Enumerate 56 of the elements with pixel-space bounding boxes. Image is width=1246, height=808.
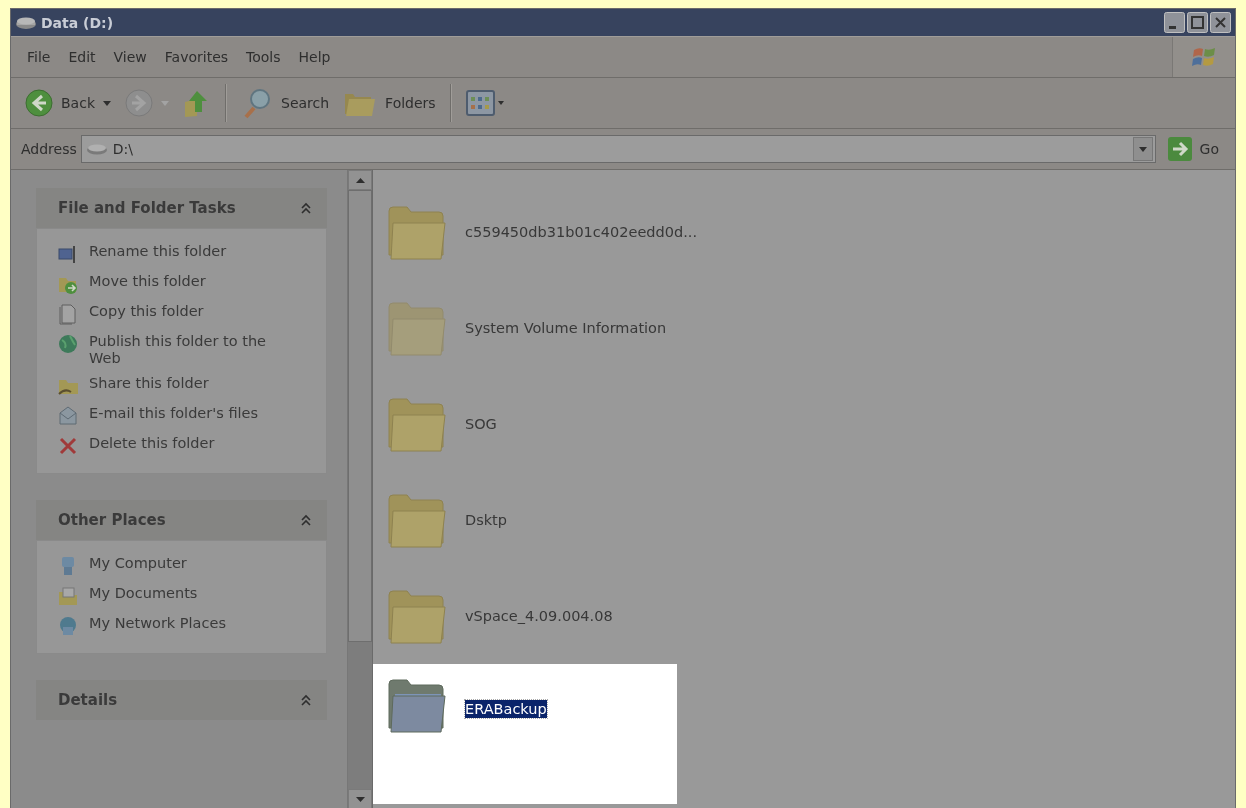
folder-item[interactable]: System Volume Information (373, 280, 677, 376)
scrollbar-thumb[interactable] (348, 190, 372, 642)
menu-item[interactable]: Favorites (156, 47, 237, 67)
folder-item[interactable]: ERABackup (373, 664, 677, 804)
collapse-chevron-icon (301, 202, 311, 214)
task-link[interactable]: Rename this folder (57, 239, 297, 269)
document-copy-icon (57, 303, 79, 325)
task-link[interactable]: Publish this folder to the Web (57, 329, 297, 371)
drive-icon (85, 143, 108, 155)
views-icon (465, 88, 506, 118)
back-button[interactable]: Back (21, 83, 115, 123)
search-button[interactable]: Search (237, 83, 334, 123)
group-header[interactable]: Details (36, 680, 327, 720)
group-header[interactable]: Other Places (36, 500, 327, 540)
address-field[interactable]: D:\ (80, 135, 1156, 163)
scroll-down-button[interactable] (348, 789, 372, 808)
caret-icon (1138, 146, 1147, 152)
windows-flag-icon (1191, 45, 1217, 69)
network-icon (57, 615, 79, 637)
drive-icon (15, 15, 37, 30)
folder-item[interactable]: Dsktp (373, 472, 677, 568)
group-header[interactable]: File and Folder Tasks (36, 188, 327, 228)
folder-item[interactable]: c559450db31b01c402eedd0d... (373, 184, 703, 280)
task-link[interactable]: My Network Places (57, 611, 297, 641)
task-link[interactable]: Copy this folder (57, 299, 297, 329)
menu-item[interactable]: File (19, 47, 59, 67)
documents-folder-icon (57, 585, 79, 607)
dropdown-arrow-icon[interactable] (103, 100, 111, 106)
task-link[interactable]: Move this folder (57, 269, 297, 299)
collapse-chevron-icon (301, 514, 311, 526)
close-icon[interactable] (1210, 12, 1231, 33)
task-link[interactable]: Share this folder (57, 371, 297, 401)
task-link[interactable]: My Documents (57, 581, 297, 611)
folders-button[interactable]: Folders (339, 83, 440, 123)
delete-x-icon (57, 435, 79, 457)
envelope-icon (57, 405, 79, 427)
down-caret-icon (355, 796, 365, 802)
go-button[interactable]: Go (1159, 137, 1229, 161)
menu-item[interactable]: Edit (60, 47, 104, 67)
task-link[interactable]: My Computer (57, 551, 297, 581)
folder-item[interactable]: SOG (373, 376, 677, 472)
window-title: Data (D:) (41, 14, 115, 31)
menu-item[interactable]: Tools (238, 47, 289, 67)
globe-icon (57, 333, 79, 355)
folder-item[interactable]: vSpace_4.09.004.08 (373, 568, 677, 664)
collapse-chevron-icon (301, 694, 311, 706)
maximize-icon[interactable] (1187, 12, 1208, 33)
menu-item[interactable]: Help (290, 47, 339, 67)
address-label: Address (21, 141, 77, 157)
minimize-icon[interactable] (1164, 12, 1185, 33)
scroll-up-button[interactable] (348, 170, 372, 190)
dropdown-button[interactable] (1132, 137, 1153, 161)
menu-item[interactable]: View (105, 47, 155, 67)
task-link[interactable]: Delete this folder (57, 431, 297, 461)
up-caret-icon (355, 177, 365, 183)
task-link[interactable]: E-mail this folder's files (57, 401, 297, 431)
